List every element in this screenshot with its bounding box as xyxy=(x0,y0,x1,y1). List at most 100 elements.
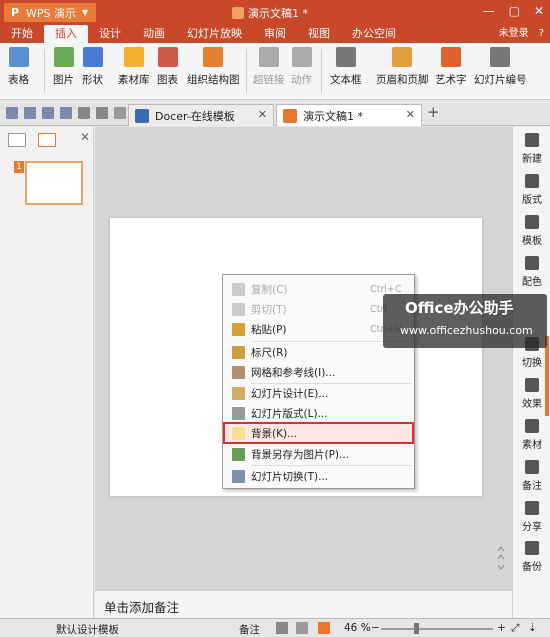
ribbon-label: 幻灯片编号 xyxy=(474,74,527,86)
slideshow-icon[interactable] xyxy=(318,622,330,634)
wps-logo-icon: P xyxy=(10,6,20,19)
chevron-down-icon[interactable] xyxy=(114,107,126,119)
sidebar-item-template[interactable]: 模板 xyxy=(513,215,550,247)
maximize-button[interactable]: ▢ xyxy=(509,4,520,18)
fit-window-icon[interactable]: ⤢ xyxy=(511,622,519,635)
menu-design[interactable]: 设计 xyxy=(88,25,132,43)
sidebar-item-color-scheme[interactable]: 配色 xyxy=(513,256,550,288)
login-link[interactable]: 未登录 xyxy=(499,25,529,43)
sidebar-expand-handle[interactable] xyxy=(545,336,549,416)
notes-toggle-button[interactable]: 备注 xyxy=(239,622,260,637)
menu-item-slide-transition[interactable]: 幻灯片切换(T)... xyxy=(224,466,413,486)
menu-insert[interactable]: 插入 xyxy=(44,25,88,43)
picture-icon xyxy=(53,47,74,67)
slide-design-icon xyxy=(232,386,245,400)
ribbon-label: 图片 xyxy=(53,74,74,86)
new-icon xyxy=(525,133,539,147)
slide-number-button[interactable]: 幻灯片编号 xyxy=(474,47,527,87)
close-panel-icon[interactable]: ✕ xyxy=(80,130,90,144)
sidebar-item-backup[interactable]: 备份 xyxy=(513,541,550,573)
ribbon-label: 组织结构图 xyxy=(187,74,240,86)
menu-office-space[interactable]: 办公空间 xyxy=(341,25,407,43)
sidebar-label: 素材 xyxy=(522,440,542,451)
outline-tab[interactable] xyxy=(8,133,26,147)
menu-item-save-background[interactable]: 背景另存为图片(P)... xyxy=(224,444,413,464)
insert-chart-button[interactable]: 图表 xyxy=(157,47,178,87)
menu-start[interactable]: 开始 xyxy=(0,25,44,43)
hyperlink-button[interactable]: 超链接 xyxy=(253,47,285,87)
sidebar-label: 版式 xyxy=(522,195,542,206)
open-icon[interactable] xyxy=(6,107,18,119)
menu-item-slide-design[interactable]: 幻灯片设计(E)... xyxy=(224,383,413,403)
action-button[interactable]: 动作 xyxy=(291,47,312,87)
vertical-scrollbar[interactable] xyxy=(497,133,505,573)
material-library-button[interactable]: 素材库 xyxy=(118,47,150,87)
menu-item-label: 背景另存为图片(P)... xyxy=(251,448,350,461)
word-art-button[interactable]: 艺术字 xyxy=(435,47,467,87)
ribbon-label: 表格 xyxy=(8,74,29,86)
insert-shape-button[interactable]: 形状 xyxy=(82,47,103,87)
menu-item-slide-layout[interactable]: 幻灯片版式(L)... xyxy=(224,403,413,423)
print-icon[interactable] xyxy=(42,107,54,119)
slide-sorter-icon[interactable] xyxy=(296,622,308,634)
zoom-out-button[interactable]: − xyxy=(371,622,380,634)
menu-view[interactable]: 视图 xyxy=(297,25,341,43)
print-preview-icon[interactable] xyxy=(60,107,72,119)
docer-icon xyxy=(135,108,149,123)
undo-icon[interactable] xyxy=(78,107,90,119)
tab-docer-templates[interactable]: Docer-在线模板 ✕ xyxy=(128,104,274,126)
menu-item-background[interactable]: 背景(K)... xyxy=(223,422,414,444)
sidebar-item-notes[interactable]: 备注 xyxy=(513,460,550,492)
save-icon[interactable] xyxy=(24,107,36,119)
next-slide-icon[interactable]: ⇣ xyxy=(528,622,537,634)
close-tab-icon[interactable]: ✕ xyxy=(258,108,267,121)
menu-item-label: 剪切(T) xyxy=(251,303,287,316)
paste-icon xyxy=(232,322,245,336)
notes-pane[interactable]: 单击添加备注 xyxy=(95,590,512,618)
header-footer-icon xyxy=(392,47,413,67)
insert-picture-button[interactable]: 图片 xyxy=(53,47,74,87)
palette-icon xyxy=(525,256,539,270)
close-button[interactable]: ✕ xyxy=(534,4,544,18)
app-menu-button[interactable]: P WPS 演示 ▼ xyxy=(4,3,96,22)
layout-icon xyxy=(525,174,539,188)
sidebar-item-share[interactable]: 分享 xyxy=(513,501,550,533)
menu-slideshow[interactable]: 幻灯片放映 xyxy=(176,25,253,43)
menu-item-grid-guides[interactable]: 网格和参考线(I)... xyxy=(224,362,413,382)
text-box-button[interactable]: 文本框 xyxy=(330,47,362,87)
menu-review[interactable]: 审阅 xyxy=(253,25,297,43)
menu-item-label: 标尺(R) xyxy=(251,346,288,359)
zoom-in-button[interactable]: + xyxy=(497,622,506,634)
tab-presentation-1[interactable]: 演示文稿1 * ✕ xyxy=(276,104,422,126)
help-icon[interactable]: ? xyxy=(539,25,544,43)
presentation-icon xyxy=(232,7,244,19)
new-tab-button[interactable]: + xyxy=(427,103,440,121)
slides-tab[interactable] xyxy=(38,133,56,147)
menu-animation[interactable]: 动画 xyxy=(132,25,176,43)
redo-icon[interactable] xyxy=(96,107,108,119)
zoom-slider-handle[interactable] xyxy=(414,623,419,634)
sidebar-item-material[interactable]: 素材 xyxy=(513,419,550,451)
slide-layout-icon xyxy=(232,406,245,420)
insert-table-button[interactable]: 表格 xyxy=(8,47,29,87)
slide-thumbnail-panel: ✕ 1 xyxy=(0,127,94,618)
sidebar-label: 模板 xyxy=(522,236,542,247)
menu-item-label: 复制(C) xyxy=(251,283,288,296)
text-box-icon xyxy=(335,47,356,67)
org-chart-button[interactable]: 组织结构图 xyxy=(187,47,240,87)
sidebar-label: 配色 xyxy=(522,277,542,288)
normal-view-icon[interactable] xyxy=(276,622,288,634)
ribbon-label: 文本框 xyxy=(330,74,362,86)
menu-item-label: 粘贴(P) xyxy=(251,323,287,336)
notes-placeholder: 单击添加备注 xyxy=(104,600,180,615)
close-tab-icon[interactable]: ✕ xyxy=(406,108,415,121)
word-art-icon xyxy=(440,47,461,67)
header-footer-button[interactable]: 页眉和页脚 xyxy=(376,47,429,87)
cut-icon xyxy=(232,302,245,316)
sidebar-item-new[interactable]: 新建 xyxy=(513,133,550,165)
zoom-slider[interactable] xyxy=(381,628,493,630)
sidebar-item-layout[interactable]: 版式 xyxy=(513,174,550,206)
minimize-button[interactable]: — xyxy=(483,4,495,18)
sidebar-label: 切换 xyxy=(522,358,542,369)
slide-thumbnail[interactable] xyxy=(25,161,83,205)
